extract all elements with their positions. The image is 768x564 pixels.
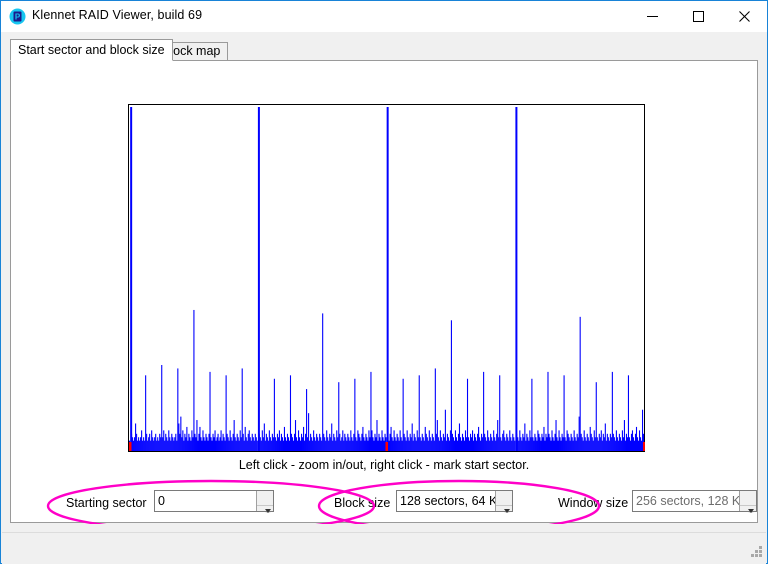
title-bar: P Klennet RAID Viewer, build 69 — [1, 1, 767, 33]
block-size-spin-up[interactable] — [496, 491, 512, 513]
maximize-icon[interactable] — [675, 1, 721, 31]
chart-hint-text: Left click - zoom in/out, right click - … — [238, 458, 530, 472]
close-icon[interactable] — [721, 1, 767, 31]
window-size-label: Window size — [558, 496, 629, 510]
window-size-spin-down[interactable] — [740, 506, 756, 527]
block-size-spin-buttons[interactable] — [495, 491, 512, 527]
starting-sector-stepper[interactable]: 0 — [154, 490, 274, 527]
block-size-label: Block size — [334, 496, 391, 510]
window-size-spin-buttons[interactable] — [739, 491, 756, 527]
starting-sector-spin-buttons[interactable] — [256, 491, 273, 527]
chart-bars — [129, 107, 645, 451]
tab-start-sector-and-block-size[interactable]: Start sector and block size — [10, 39, 173, 61]
block-size-input[interactable]: 128 sectors, 64 KB — [397, 491, 495, 511]
app-window: P Klennet RAID Viewer, build 69 Start se… — [0, 0, 768, 564]
control-row: Starting sector 0 Block size 128 sectors… — [11, 489, 757, 527]
window-size-spin-up[interactable] — [740, 491, 756, 513]
app-logo-icon: P — [9, 8, 26, 25]
tab-strip: Start sector and block size Block map — [10, 39, 758, 61]
tab-page-start-sector-and-block-size: Left click - zoom in/out, right click - … — [10, 60, 758, 527]
starting-sector-spin-up[interactable] — [257, 491, 273, 513]
block-size-spin-down[interactable] — [496, 506, 512, 527]
window-size-input: 256 sectors, 128 KB — [636, 494, 739, 508]
svg-text:P: P — [15, 12, 21, 21]
minimize-icon[interactable] — [629, 1, 675, 31]
block-size-stepper[interactable]: 128 sectors, 64 KB — [396, 490, 513, 527]
window-title: Klennet RAID Viewer, build 69 — [32, 8, 203, 22]
resize-grip-icon[interactable] — [750, 545, 763, 561]
client-area: Start sector and block size Block map Le… — [2, 32, 766, 560]
sector-offset-histogram-chart[interactable] — [128, 104, 645, 452]
window-size-stepper[interactable]: 256 sectors, 128 KB — [632, 490, 757, 527]
starting-sector-spin-down[interactable] — [257, 506, 273, 527]
status-bar — [2, 532, 766, 564]
starting-sector-input[interactable]: 0 — [155, 491, 256, 511]
starting-sector-label: Starting sector — [66, 496, 147, 510]
